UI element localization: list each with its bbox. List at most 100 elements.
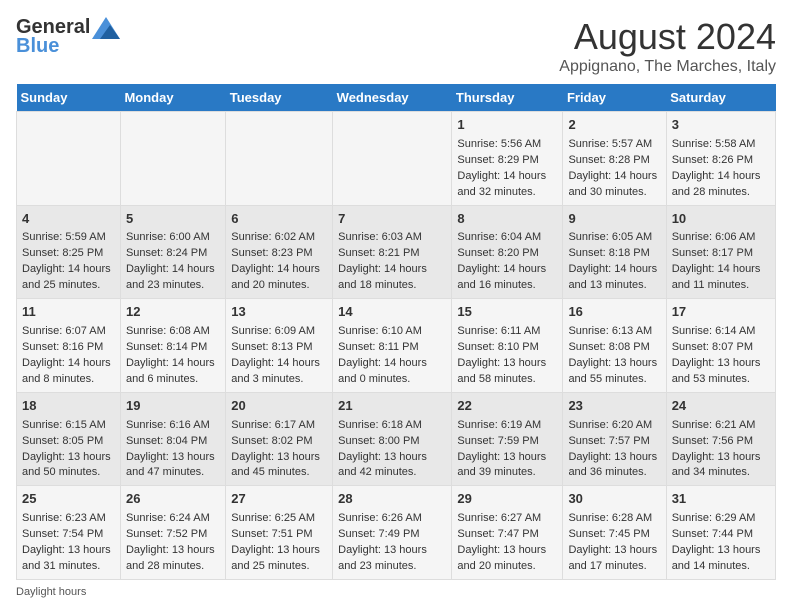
calendar-body: 1Sunrise: 5:56 AM Sunset: 8:29 PM Daylig… — [17, 112, 776, 580]
title-area: August 2024 Appignano, The Marches, Ital… — [559, 16, 776, 76]
calendar-cell: 6 Sunrise: 6:02 AM Sunset: 8:23 PM Daylig… — [226, 205, 333, 299]
calendar-cell: 28 Sunrise: 6:26 AM Sunset: 7:49 PM Dayli… — [333, 486, 452, 580]
day-info: Sunrise: 6:28 AM Sunset: 7:45 PM Dayligh… — [568, 512, 657, 572]
calendar-cell: 9Sunrise: 6:05 AM Sunset: 8:18 PM Daylig… — [563, 205, 666, 299]
main-title: August 2024 — [559, 16, 776, 58]
day-info: Sunrise: 6:25 AM Sunset: 7:51 PM Dayligh… — [231, 512, 320, 572]
day-info: Sunrise: 6:13 AM Sunset: 8:08 PM Dayligh… — [568, 325, 657, 385]
day-number: 1 — [457, 116, 557, 135]
day-info: Sunrise: 5:58 AM Sunset: 8:26 PM Dayligh… — [672, 138, 761, 198]
calendar-header-cell: Sunday — [17, 84, 121, 112]
day-number: 31 — [672, 490, 770, 509]
calendar-cell: 19Sunrise: 6:16 AM Sunset: 8:04 PM Dayli… — [120, 392, 225, 486]
calendar-cell: 18Sunrise: 6:15 AM Sunset: 8:05 PM Dayli… — [17, 392, 121, 486]
calendar-header-cell: Friday — [563, 84, 666, 112]
day-info: Sunrise: 6:19 AM Sunset: 7:59 PM Dayligh… — [457, 419, 546, 479]
calendar-cell: 26 Sunrise: 6:24 AM Sunset: 7:52 PM Dayli… — [120, 486, 225, 580]
day-number: 6 — [231, 210, 327, 229]
calendar-cell: 7Sunrise: 6:03 AM Sunset: 8:21 PM Daylig… — [333, 205, 452, 299]
calendar-cell — [333, 112, 452, 206]
calendar-cell: 22 Sunrise: 6:19 AM Sunset: 7:59 PM Dayli… — [452, 392, 563, 486]
calendar-header-cell: Tuesday — [226, 84, 333, 112]
calendar-cell — [226, 112, 333, 206]
calendar-cell: 25Sunrise: 6:23 AM Sunset: 7:54 PM Dayli… — [17, 486, 121, 580]
day-number: 2 — [568, 116, 660, 135]
day-info: Sunrise: 6:09 AM Sunset: 8:13 PM Dayligh… — [231, 325, 320, 385]
day-number: 26 — [126, 490, 220, 509]
day-number: 4 — [22, 210, 115, 229]
day-number: 22 — [457, 397, 557, 416]
day-info: Sunrise: 6:17 AM Sunset: 8:02 PM Dayligh… — [231, 419, 320, 479]
footer-note: Daylight hours — [16, 586, 776, 598]
day-number: 28 — [338, 490, 446, 509]
day-info: Sunrise: 6:10 AM Sunset: 8:11 PM Dayligh… — [338, 325, 427, 385]
calendar-cell: 2 Sunrise: 5:57 AM Sunset: 8:28 PM Daylig… — [563, 112, 666, 206]
calendar-cell: 14 Sunrise: 6:10 AM Sunset: 8:11 PM Dayli… — [333, 299, 452, 393]
day-info: Sunrise: 6:27 AM Sunset: 7:47 PM Dayligh… — [457, 512, 546, 572]
calendar-cell: 21 Sunrise: 6:18 AM Sunset: 8:00 PM Dayli… — [333, 392, 452, 486]
calendar-cell — [120, 112, 225, 206]
day-info: Sunrise: 5:59 AM Sunset: 8:25 PM Dayligh… — [22, 231, 111, 291]
day-info: Sunrise: 6:02 AM Sunset: 8:23 PM Dayligh… — [231, 231, 320, 291]
calendar-cell: 5Sunrise: 6:00 AM Sunset: 8:24 PM Daylig… — [120, 205, 225, 299]
calendar-week-row: 18Sunrise: 6:15 AM Sunset: 8:05 PM Dayli… — [17, 392, 776, 486]
day-info: Sunrise: 6:20 AM Sunset: 7:57 PM Dayligh… — [568, 419, 657, 479]
day-info: Sunrise: 6:06 AM Sunset: 8:17 PM Dayligh… — [672, 231, 761, 291]
day-number: 14 — [338, 303, 446, 322]
day-number: 21 — [338, 397, 446, 416]
day-info: Sunrise: 6:08 AM Sunset: 8:14 PM Dayligh… — [126, 325, 215, 385]
day-number: 11 — [22, 303, 115, 322]
subtitle: Appignano, The Marches, Italy — [559, 58, 776, 76]
calendar-cell: 29 Sunrise: 6:27 AM Sunset: 7:47 PM Dayli… — [452, 486, 563, 580]
calendar-cell: 4 Sunrise: 5:59 AM Sunset: 8:25 PM Daylig… — [17, 205, 121, 299]
day-info: Sunrise: 6:18 AM Sunset: 8:00 PM Dayligh… — [338, 419, 427, 479]
day-info: Sunrise: 6:14 AM Sunset: 8:07 PM Dayligh… — [672, 325, 761, 385]
calendar-week-row: 25Sunrise: 6:23 AM Sunset: 7:54 PM Dayli… — [17, 486, 776, 580]
day-number: 29 — [457, 490, 557, 509]
calendar-cell: 8 Sunrise: 6:04 AM Sunset: 8:20 PM Daylig… — [452, 205, 563, 299]
day-info: Sunrise: 6:24 AM Sunset: 7:52 PM Dayligh… — [126, 512, 215, 572]
day-number: 17 — [672, 303, 770, 322]
calendar-cell: 30Sunrise: 6:28 AM Sunset: 7:45 PM Dayli… — [563, 486, 666, 580]
day-number: 23 — [568, 397, 660, 416]
calendar-cell: 23 Sunrise: 6:20 AM Sunset: 7:57 PM Dayli… — [563, 392, 666, 486]
day-number: 8 — [457, 210, 557, 229]
logo: General Blue — [16, 16, 120, 58]
day-info: Sunrise: 6:04 AM Sunset: 8:20 PM Dayligh… — [457, 231, 546, 291]
calendar-cell: 20Sunrise: 6:17 AM Sunset: 8:02 PM Dayli… — [226, 392, 333, 486]
calendar-cell: 13 Sunrise: 6:09 AM Sunset: 8:13 PM Dayli… — [226, 299, 333, 393]
day-number: 7 — [338, 210, 446, 229]
calendar-cell — [17, 112, 121, 206]
calendar-header-cell: Wednesday — [333, 84, 452, 112]
day-info: Sunrise: 6:29 AM Sunset: 7:44 PM Dayligh… — [672, 512, 761, 572]
day-info: Sunrise: 6:15 AM Sunset: 8:05 PM Dayligh… — [22, 419, 111, 479]
day-info: Sunrise: 6:21 AM Sunset: 7:56 PM Dayligh… — [672, 419, 761, 479]
day-number: 16 — [568, 303, 660, 322]
calendar-cell: 31 Sunrise: 6:29 AM Sunset: 7:44 PM Dayli… — [666, 486, 775, 580]
calendar-cell: 1Sunrise: 5:56 AM Sunset: 8:29 PM Daylig… — [452, 112, 563, 206]
calendar-header-row: SundayMondayTuesdayWednesdayThursdayFrid… — [17, 84, 776, 112]
calendar-cell: 27 Sunrise: 6:25 AM Sunset: 7:51 PM Dayli… — [226, 486, 333, 580]
day-number: 15 — [457, 303, 557, 322]
calendar-table: SundayMondayTuesdayWednesdayThursdayFrid… — [16, 84, 776, 580]
calendar-cell: 17 Sunrise: 6:14 AM Sunset: 8:07 PM Dayli… — [666, 299, 775, 393]
day-number: 19 — [126, 397, 220, 416]
day-info: Sunrise: 6:07 AM Sunset: 8:16 PM Dayligh… — [22, 325, 111, 385]
calendar-cell: 11 Sunrise: 6:07 AM Sunset: 8:16 PM Dayli… — [17, 299, 121, 393]
day-number: 9 — [568, 210, 660, 229]
day-info: Sunrise: 5:57 AM Sunset: 8:28 PM Dayligh… — [568, 138, 657, 198]
calendar-header-cell: Saturday — [666, 84, 775, 112]
calendar-header-cell: Thursday — [452, 84, 563, 112]
day-info: Sunrise: 6:26 AM Sunset: 7:49 PM Dayligh… — [338, 512, 427, 572]
day-number: 3 — [672, 116, 770, 135]
day-info: Sunrise: 6:00 AM Sunset: 8:24 PM Dayligh… — [126, 231, 215, 291]
day-number: 25 — [22, 490, 115, 509]
calendar-cell: 3 Sunrise: 5:58 AM Sunset: 8:26 PM Daylig… — [666, 112, 775, 206]
calendar-cell: 12Sunrise: 6:08 AM Sunset: 8:14 PM Dayli… — [120, 299, 225, 393]
calendar-cell: 24Sunrise: 6:21 AM Sunset: 7:56 PM Dayli… — [666, 392, 775, 486]
day-number: 27 — [231, 490, 327, 509]
logo-blue-text: Blue — [16, 35, 59, 58]
day-number: 13 — [231, 303, 327, 322]
calendar-week-row: 1Sunrise: 5:56 AM Sunset: 8:29 PM Daylig… — [17, 112, 776, 206]
calendar-header-cell: Monday — [120, 84, 225, 112]
